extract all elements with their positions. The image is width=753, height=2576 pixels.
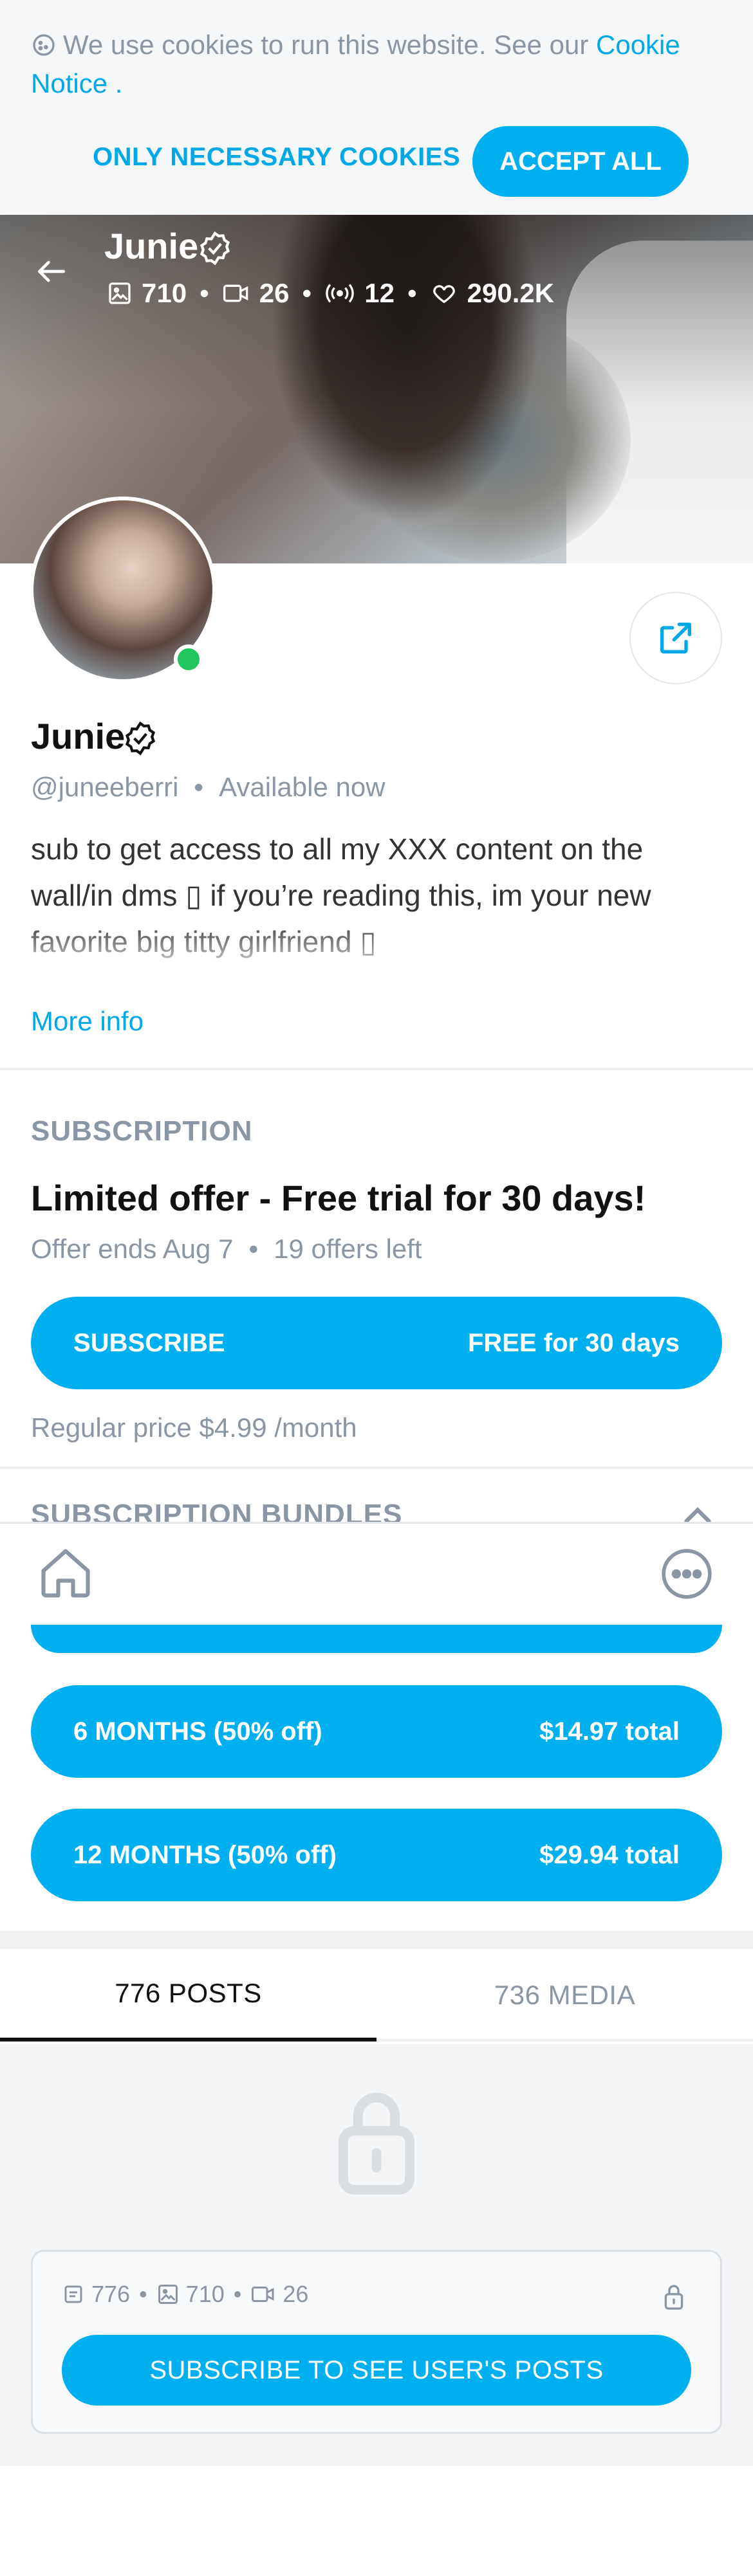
bundle-12-months-button[interactable]: 12 MONTHS (50% off) $29.94 total: [31, 1809, 722, 1901]
cover-likes-count: 290.2K: [467, 278, 555, 308]
availability-status: Available now: [219, 772, 386, 802]
lock-icon: [338, 2092, 415, 2195]
verified-icon: [125, 721, 156, 756]
locked-stats: 776 • 710 • 26: [62, 2281, 308, 2308]
regular-price: Regular price $4.99 /month: [31, 1412, 357, 1443]
verified-icon: [200, 231, 230, 266]
cover-videos-count: 26: [259, 278, 290, 308]
bundle-price: $14.97 total: [539, 1717, 680, 1746]
video-icon: [252, 2287, 274, 2302]
cover-name: Junie: [104, 226, 199, 266]
tab-posts[interactable]: 776 POSTS: [0, 1949, 376, 2042]
subscribe-to-see-posts-button[interactable]: SUBSCRIBE TO SEE USER'S POSTS: [62, 2335, 691, 2406]
content-tabs: 776 POSTS 736 MEDIA: [0, 1949, 753, 2042]
locked-videos-count: 26: [283, 2281, 309, 2307]
offer-title: Limited offer - Free trial for 30 days!: [31, 1178, 646, 1218]
locked-posts-count: 776: [91, 2281, 131, 2307]
subscribe-price: FREE for 30 days: [467, 1328, 680, 1357]
lock-icon: [664, 2285, 683, 2310]
chevron-up-icon[interactable]: [678, 1499, 717, 1524]
share-icon: [660, 623, 691, 653]
offer-meta: Offer ends Aug 7 • 19 offers left: [31, 1234, 422, 1264]
divider: [0, 1466, 753, 1469]
more-icon[interactable]: [659, 1546, 714, 1602]
video-icon: [223, 284, 248, 302]
image-icon: [109, 282, 131, 304]
subscription-section-title: SUBSCRIPTION: [31, 1115, 253, 1147]
profile-name: Junie: [31, 716, 126, 756]
home-icon[interactable]: [36, 1544, 95, 1603]
handle: @juneeberri: [31, 772, 179, 802]
handle-row: @juneeberri • Available now: [31, 772, 386, 802]
share-button[interactable]: [629, 592, 722, 684]
tab-media[interactable]: 736 MEDIA: [376, 1949, 753, 2042]
locked-photos-count: 710: [185, 2281, 225, 2307]
post-icon: [64, 2285, 82, 2303]
cookie-text: We use cookies to run this website. See …: [63, 30, 589, 60]
online-indicator: [174, 644, 203, 674]
bundle-button-partial[interactable]: [31, 1625, 722, 1653]
section-separator: [0, 1931, 753, 1949]
bio-fade: [0, 920, 753, 971]
bottom-navbar: [0, 1522, 753, 1625]
bundle-label: 6 MONTHS (50% off): [73, 1717, 322, 1746]
cover-stats: 710 • 26 • 12 • 290.2K: [107, 278, 554, 309]
cover-streams-count: 12: [364, 278, 395, 308]
cookie-suffix: .: [107, 68, 123, 98]
bundle-price: $29.94 total: [539, 1840, 680, 1869]
offers-left: 19 offers left: [274, 1234, 422, 1264]
subscribe-button[interactable]: SUBSCRIBE FREE for 30 days: [31, 1297, 722, 1389]
accept-all-button[interactable]: ACCEPT ALL: [472, 126, 689, 197]
cover-photos-count: 710: [142, 278, 187, 308]
image-icon: [158, 2285, 178, 2304]
stream-icon: [326, 284, 354, 303]
bundles-section-title: SUBSCRIPTION BUNDLES: [31, 1499, 403, 1524]
subscribe-label: SUBSCRIBE: [73, 1328, 225, 1357]
cookie-notice-text: We use cookies to run this website. See …: [31, 26, 700, 103]
more-info-link[interactable]: More info: [31, 1006, 144, 1037]
bundle-6-months-button[interactable]: 6 MONTHS (50% off) $14.97 total: [31, 1685, 722, 1778]
divider: [0, 1068, 753, 1070]
back-arrow-icon[interactable]: [33, 253, 70, 289]
heart-icon: [432, 285, 455, 304]
bundle-label: 12 MONTHS (50% off): [73, 1840, 337, 1869]
only-necessary-cookies-button[interactable]: ONLY NECESSARY COOKIES: [93, 143, 460, 172]
cookie-icon: [33, 34, 55, 56]
offer-ends: Offer ends Aug 7: [31, 1234, 234, 1264]
